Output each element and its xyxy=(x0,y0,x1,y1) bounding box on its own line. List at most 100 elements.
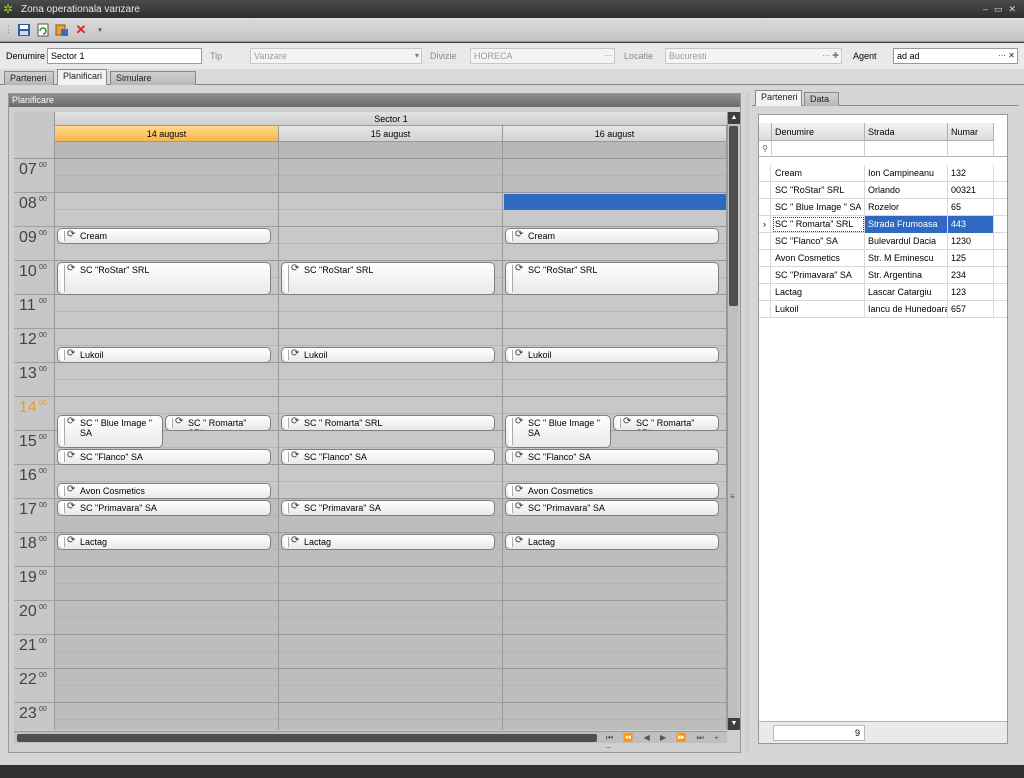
time-slot[interactable] xyxy=(503,550,726,567)
table-cell[interactable]: 1230 xyxy=(948,233,994,250)
time-slot[interactable] xyxy=(55,618,278,635)
table-row[interactable]: SC "Primavara" SA Str. Argentina 234 xyxy=(759,267,1007,284)
table-cell[interactable]: Iancu de Hunedoara xyxy=(865,301,948,318)
time-slot[interactable] xyxy=(503,567,726,584)
scroll-up-icon[interactable]: ▲ xyxy=(728,112,740,124)
time-slot[interactable] xyxy=(55,329,278,346)
day-header[interactable]: 14 august xyxy=(55,126,279,142)
column-header-denumire[interactable]: Denumire xyxy=(772,123,865,141)
time-slot[interactable] xyxy=(503,601,726,618)
appointment[interactable]: ⟳ SC "RoStar" SRL xyxy=(57,262,271,295)
time-slot[interactable] xyxy=(55,363,278,380)
time-slot[interactable] xyxy=(279,601,502,618)
time-slot[interactable] xyxy=(503,720,726,730)
denumire-field[interactable]: Sector 1 xyxy=(47,48,202,64)
time-slot[interactable] xyxy=(55,397,278,414)
scrollbar-thumb[interactable] xyxy=(729,126,738,306)
filter-strada[interactable] xyxy=(865,141,948,157)
navigation-buttons[interactable]: ⏮ ⏪ ◀ ▶ ⏩ ⏭ + − xyxy=(606,733,727,752)
grid-filter-row[interactable]: ⚲ xyxy=(759,141,1007,157)
time-slot[interactable] xyxy=(55,380,278,397)
time-slot[interactable] xyxy=(279,465,502,482)
minimize-icon[interactable]: – xyxy=(983,4,988,15)
locatie-select[interactable]: Bucuresti ··· ✚ xyxy=(665,48,842,64)
time-slot[interactable] xyxy=(503,312,726,329)
table-cell[interactable]: 443 xyxy=(948,216,994,233)
time-slot[interactable] xyxy=(55,465,278,482)
time-slot[interactable] xyxy=(503,686,726,703)
table-cell[interactable]: 234 xyxy=(948,267,994,284)
appointment[interactable]: ⟳ SC " Romarta" SRL xyxy=(613,415,719,431)
time-slot[interactable] xyxy=(55,686,278,703)
day-column[interactable] xyxy=(279,159,503,730)
time-slot[interactable] xyxy=(279,482,502,499)
column-header-strada[interactable]: Strada xyxy=(865,123,948,141)
table-cell[interactable]: Strada Frumoasa xyxy=(865,216,948,233)
time-slot[interactable] xyxy=(503,618,726,635)
time-slot[interactable] xyxy=(503,159,726,176)
table-cell[interactable]: Bulevardul Dacia xyxy=(865,233,948,250)
table-row[interactable]: Avon Cosmetics Str. M Eminescu 125 xyxy=(759,250,1007,267)
side-tab-data[interactable]: Data xyxy=(804,92,839,106)
time-slot[interactable] xyxy=(55,601,278,618)
save-button[interactable] xyxy=(16,22,32,38)
time-slot[interactable] xyxy=(55,176,278,193)
appointment[interactable]: ⟳ SC "RoStar" SRL xyxy=(281,262,495,295)
table-cell[interactable]: Ion Campineanu xyxy=(865,165,948,182)
time-slot[interactable] xyxy=(503,363,726,380)
time-slot[interactable] xyxy=(279,210,502,227)
horizontal-scrollbar-thumb[interactable] xyxy=(17,734,597,742)
table-cell[interactable]: SC "Primavara" SA xyxy=(772,267,865,284)
time-slot[interactable] xyxy=(55,584,278,601)
time-slot[interactable] xyxy=(279,516,502,533)
tab-planificari[interactable]: Planificari xyxy=(57,69,107,85)
appointment[interactable]: ⟳ SC "Flanco" SA xyxy=(281,449,495,465)
appointment[interactable]: ⟳ Avon Cosmetics xyxy=(505,483,719,499)
table-cell[interactable]: Rozelor xyxy=(865,199,948,216)
appointment[interactable]: ⟳ SC "Primavara" SA xyxy=(57,500,271,516)
time-slot[interactable] xyxy=(503,210,726,227)
time-slot[interactable] xyxy=(279,329,502,346)
filter-numar[interactable] xyxy=(948,141,994,157)
time-slot[interactable] xyxy=(503,703,726,720)
time-slot[interactable] xyxy=(55,516,278,533)
delete-button[interactable]: ✕ xyxy=(73,22,89,38)
time-slot[interactable] xyxy=(503,176,726,193)
table-cell[interactable]: 125 xyxy=(948,250,994,267)
time-slot[interactable] xyxy=(503,295,726,312)
time-slot[interactable] xyxy=(279,227,502,244)
toolbar-dropdown-button[interactable]: ▾ xyxy=(92,22,108,38)
time-slot[interactable] xyxy=(503,244,726,261)
tab-simulare-planificari[interactable]: Simulare planificari xyxy=(110,71,196,96)
table-cell[interactable]: Avon Cosmetics xyxy=(772,250,865,267)
time-slot[interactable] xyxy=(279,159,502,176)
agent-buttons-icon[interactable]: ··· ✕ xyxy=(998,49,1015,63)
all-day-area[interactable] xyxy=(55,142,279,159)
table-row[interactable]: Cream Ion Campineanu 132 xyxy=(759,165,1007,182)
side-tab-parteneri[interactable]: Parteneri xyxy=(755,90,802,106)
refresh-button[interactable] xyxy=(35,22,51,38)
time-slot[interactable] xyxy=(279,397,502,414)
time-slot[interactable] xyxy=(279,618,502,635)
table-cell[interactable]: Orlando xyxy=(865,182,948,199)
scroll-down-icon[interactable]: ▼ xyxy=(728,718,740,730)
time-slot[interactable] xyxy=(55,669,278,686)
time-slot[interactable] xyxy=(279,584,502,601)
appointment[interactable]: ⟳ SC "Flanco" SA xyxy=(57,449,271,465)
time-slot[interactable] xyxy=(55,720,278,730)
filter-icon[interactable]: ⚲ xyxy=(759,141,772,157)
appointment[interactable]: ⟳ Lactag xyxy=(57,534,271,550)
time-slot[interactable] xyxy=(279,193,502,210)
time-slot[interactable] xyxy=(279,669,502,686)
appointment[interactable]: ⟳ SC " Blue Image " SA xyxy=(505,415,611,448)
time-slot[interactable] xyxy=(55,295,278,312)
appointment[interactable]: ⟳ Avon Cosmetics xyxy=(57,483,271,499)
table-row[interactable]: › SC " Romarta" SRL Strada Frumoasa 443 xyxy=(759,216,1007,233)
table-cell[interactable]: Cream xyxy=(772,165,865,182)
table-row[interactable]: SC "Flanco" SA Bulevardul Dacia 1230 xyxy=(759,233,1007,250)
time-slot[interactable] xyxy=(279,363,502,380)
agent-field[interactable]: ad ad ··· ✕ xyxy=(893,48,1018,64)
maximize-icon[interactable]: ▭ xyxy=(994,4,1003,15)
vertical-scrollbar[interactable]: ▲ ≡ ▼ xyxy=(727,112,740,730)
table-cell[interactable]: 65 xyxy=(948,199,994,216)
